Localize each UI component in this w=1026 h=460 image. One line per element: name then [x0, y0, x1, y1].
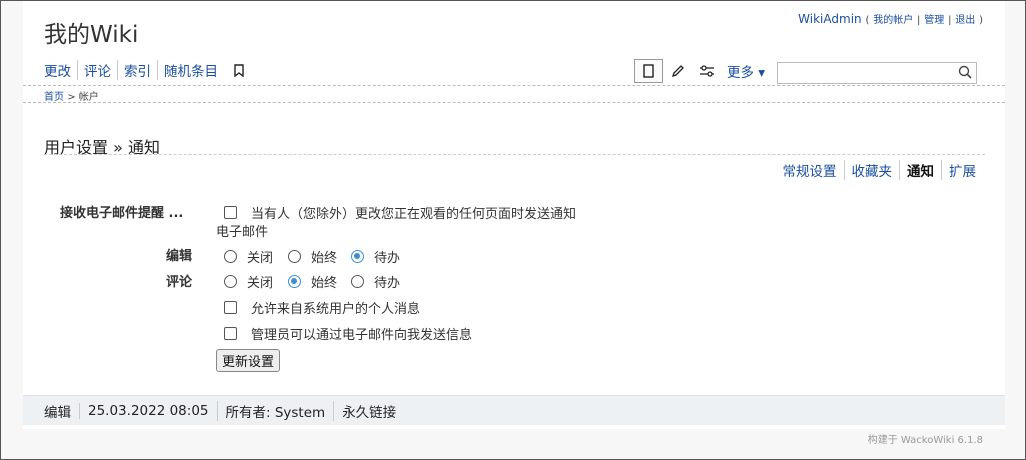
- main-nav: 更改 评论 索引 随机条目: [44, 60, 246, 80]
- footer-edit-link[interactable]: 编辑: [44, 401, 79, 421]
- comment-radio-always-label: 始终: [311, 276, 338, 291]
- breadcrumb-divider: [23, 102, 1005, 103]
- manage-link[interactable]: 管理: [924, 15, 944, 26]
- admin-email-option: 管理员可以通过电子邮件向我发送信息: [224, 324, 472, 343]
- settings-sliders-icon[interactable]: [692, 59, 721, 83]
- edit-radio-pending-label: 待办: [374, 251, 401, 266]
- nav-index[interactable]: 索引: [117, 60, 157, 80]
- tab-notifications[interactable]: 通知: [899, 160, 941, 180]
- edit-radio-off-button[interactable]: [224, 250, 237, 263]
- settings-subtabs: 常规设置 收藏夹 通知 扩展: [776, 160, 984, 180]
- header-divider: [23, 85, 1005, 86]
- pm-checkbox[interactable]: [224, 301, 237, 314]
- edit-radio-off[interactable]: 关闭: [224, 247, 273, 266]
- watch-option: 当有人（您除外）更改您正在观看的任何页面时发送通知: [224, 203, 576, 222]
- logout-link[interactable]: 退出: [955, 15, 975, 26]
- comment-radio-pending-button[interactable]: [351, 275, 364, 288]
- comment-radio-pending-label: 待办: [374, 276, 401, 291]
- nav-changes[interactable]: 更改: [44, 60, 77, 80]
- edit-radio-always-button[interactable]: [288, 250, 301, 263]
- user-sep-2: |: [948, 15, 952, 26]
- edit-radio-pending[interactable]: 待办: [351, 247, 400, 266]
- powered-by: 构建于 WackoWiki 6.1.8: [867, 435, 983, 446]
- edit-label: 编辑: [166, 249, 193, 264]
- user-box: WikiAdmin ( 我的帐户 | 管理 | 退出 ): [798, 11, 983, 26]
- comment-label: 评论: [166, 275, 193, 290]
- comment-radio-always-button[interactable]: [288, 275, 301, 288]
- my-account-link[interactable]: 我的帐户: [873, 15, 913, 26]
- update-settings-button[interactable]: 更新设置: [216, 349, 281, 372]
- admin-email-option-text: 管理员可以通过电子邮件向我发送信息: [251, 328, 473, 343]
- show-page-icon[interactable]: [634, 59, 663, 83]
- watch-checkbox[interactable]: [224, 206, 237, 219]
- search-box: [777, 62, 977, 84]
- page-footer-bar: 编辑 25.03.2022 08:05 所有者: System 永久链接: [23, 395, 1005, 425]
- tab-favorites[interactable]: 收藏夹: [843, 160, 900, 180]
- email-notify-label: 接收电子邮件提醒 ...: [60, 206, 184, 221]
- watch-option-text: 当有人（您除外）更改您正在观看的任何页面时发送通知: [251, 207, 577, 222]
- edit-radio-always-label: 始终: [311, 251, 338, 266]
- pm-option-text: 允许来自系统用户的个人消息: [251, 302, 421, 317]
- tab-general[interactable]: 常规设置: [776, 160, 844, 180]
- pm-option: 允许来自系统用户的个人消息: [224, 298, 420, 317]
- edit-pencil-icon[interactable]: [663, 59, 692, 83]
- edit-radio-pending-button[interactable]: [351, 250, 364, 263]
- comment-radio-off-button[interactable]: [224, 275, 237, 288]
- search-icon[interactable]: [958, 65, 972, 83]
- site-title[interactable]: 我的Wiki: [44, 15, 138, 49]
- search-input[interactable]: [778, 63, 953, 83]
- footer-permalink[interactable]: 永久链接: [333, 400, 404, 421]
- admin-email-checkbox[interactable]: [224, 327, 237, 340]
- page-tools: 更多 ▾: [634, 59, 765, 83]
- tab-extended[interactable]: 扩展: [941, 160, 983, 180]
- user-name-link[interactable]: WikiAdmin: [798, 12, 861, 26]
- comment-radio-always[interactable]: 始终: [288, 272, 337, 291]
- user-paren-open: (: [865, 15, 870, 26]
- breadcrumb: 首页 > 帐户: [44, 88, 99, 103]
- nav-comments[interactable]: 评论: [77, 60, 117, 80]
- user-sep-1: |: [917, 15, 921, 26]
- comment-radio-pending[interactable]: 待办: [351, 272, 400, 291]
- more-menu[interactable]: 更多 ▾: [727, 61, 765, 81]
- comment-radio-off-label: 关闭: [247, 276, 274, 291]
- footer-owner: 所有者: System: [216, 400, 334, 421]
- title-underline: [44, 154, 985, 155]
- edit-radio-always[interactable]: 始终: [288, 247, 337, 266]
- watch-option-text-2: 电子邮件: [216, 225, 269, 240]
- footer-date: 25.03.2022 08:05: [79, 402, 217, 419]
- edit-radio-off-label: 关闭: [247, 251, 274, 266]
- bookmark-icon[interactable]: [232, 62, 246, 78]
- comment-radio-off[interactable]: 关闭: [224, 272, 273, 291]
- nav-random[interactable]: 随机条目: [157, 60, 224, 80]
- user-paren-close: ): [979, 15, 983, 26]
